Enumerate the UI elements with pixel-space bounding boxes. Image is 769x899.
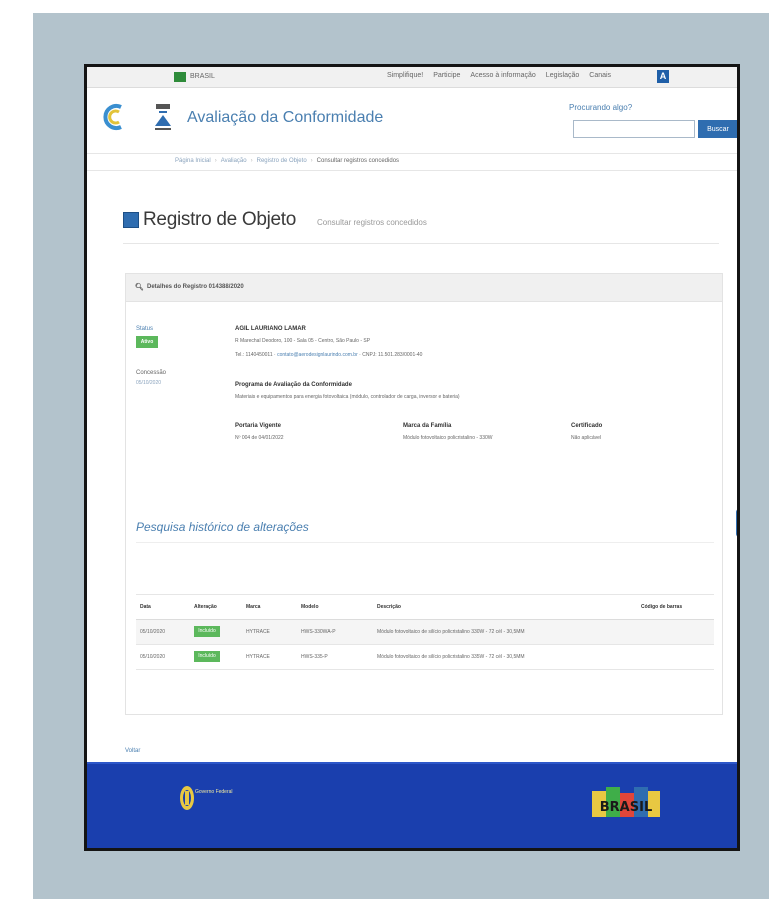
gov-link-acesso-informacao[interactable]: Acesso à informação	[470, 72, 535, 79]
col-header-codigo-barras[interactable]: Código de barras	[641, 604, 682, 610]
gov-bar-links: Simplifique! Participe Acesso à informaç…	[387, 72, 611, 79]
brasil-brand-logo-icon[interactable]: BRASIL	[590, 781, 662, 821]
table-row: 05/10/2020 Incluído HYTRACE HWS-330WA-P …	[136, 620, 714, 645]
breadcrumb-current: Consultar registros concedidos	[316, 158, 400, 164]
breadcrumb-registro[interactable]: Registro de Objeto	[257, 158, 307, 164]
field-portaria-value[interactable]: Nº 004 de 04/01/2022	[235, 435, 284, 441]
feedback-side-tab[interactable]	[736, 509, 737, 537]
site-header: Avaliação da Conformidade Procurando alg…	[87, 87, 737, 139]
search-button[interactable]: Buscar	[698, 120, 737, 138]
cell-model: HWS-335-P	[301, 654, 328, 660]
gov-link-simplifique[interactable]: Simplifique!	[387, 72, 423, 79]
col-header-alteracao[interactable]: Alteração	[194, 604, 217, 610]
concession-value: 05/10/2020	[136, 380, 162, 386]
cell-brand: HYTRACE	[246, 629, 270, 635]
gov-bar-label[interactable]: BRASIL	[190, 73, 215, 80]
contact-phone: Tel.: 1140450011	[235, 352, 273, 358]
table-row: 05/10/2020 Incluído HYTRACE HWS-335-P Mó…	[136, 645, 714, 670]
conformity-logo-icon[interactable]	[103, 101, 127, 133]
breadcrumb-home[interactable]: Página Inicial	[175, 158, 211, 164]
divider	[123, 243, 719, 244]
gov-bar: BRASIL Simplifique! Participe Acesso à i…	[87, 67, 737, 88]
accessibility-icon[interactable]: A	[657, 70, 669, 83]
cell-change-badge: Incluído	[194, 651, 220, 662]
divider	[136, 542, 714, 543]
history-search-link[interactable]: Pesquisa histórico de alterações	[136, 520, 309, 534]
details-header-text: Detalhes do Registro 014388/2020	[147, 284, 244, 290]
breadcrumb: Página Inicial › Avaliação › Registro de Obj…	[87, 153, 737, 171]
concession-label: Concessão	[136, 370, 167, 376]
svg-text:BRASIL: BRASIL	[600, 800, 652, 815]
magnifier-icon: 🔍︎	[135, 284, 144, 291]
company-contact: Tel.: 1140450011 · contato@aerodesignlau…	[235, 352, 423, 358]
page-subtitle: Consultar registros concedidos	[317, 218, 427, 227]
cell-model: HWS-330WA-P	[301, 629, 336, 635]
col-header-data[interactable]: Data	[140, 604, 151, 610]
back-link[interactable]: Voltar	[125, 748, 140, 754]
contact-cnpj: CNPJ: 11.501.283/0001-40	[362, 352, 423, 358]
site-footer: Governo Federal BRASIL	[87, 762, 737, 848]
program-description: Materiais e equipamentos para energia fo…	[235, 394, 460, 400]
page-title-icon	[123, 212, 139, 228]
gov-link-participe[interactable]: Participe	[433, 72, 460, 79]
field-marca-label: Marca da Família	[403, 423, 452, 429]
cell-date: 05/10/2020	[140, 629, 166, 635]
field-certificado-label: Certificado	[571, 423, 603, 429]
program-label: Programa de Avaliação da Conformidade	[235, 382, 352, 388]
history-table: Data Alteração Marca Modelo Descrição Có…	[136, 594, 714, 670]
company-address: R Marechal Deodoro, 100 - Sala 05 - Cent…	[235, 338, 371, 344]
search-input[interactable]	[573, 120, 695, 138]
page-title: Registro de Objeto	[143, 209, 297, 230]
table-header-row: Data Alteração Marca Modelo Descrição Có…	[136, 594, 714, 620]
government-emblem-icon[interactable]	[179, 783, 209, 813]
inmetro-logo-icon[interactable]	[153, 102, 173, 132]
col-header-marca[interactable]: Marca	[246, 604, 260, 610]
cell-description: Módulo fotovoltaico de silício policrist…	[377, 629, 525, 635]
field-certificado-value: Não aplicável	[571, 435, 602, 441]
gov-link-canais[interactable]: Canais	[589, 72, 611, 79]
col-header-modelo[interactable]: Modelo	[301, 604, 319, 610]
details-card: 🔍︎ Detalhes do Registro 014388/2020 Stat…	[125, 273, 723, 715]
status-badge: Ativo	[136, 336, 158, 348]
field-marca-value: Módulo fotovoltaico policristalino - 330…	[403, 435, 493, 441]
gov-link-legislacao[interactable]: Legislação	[546, 72, 579, 79]
browser-window: BRASIL Simplifique! Participe Acesso à i…	[84, 64, 740, 851]
search-label: Procurando algo?	[569, 103, 633, 112]
site-title[interactable]: Avaliação da Conformidade	[187, 109, 383, 127]
cell-date: 05/10/2020	[140, 654, 166, 660]
cell-change-badge: Incluído	[194, 626, 220, 637]
contact-email-link[interactable]: contato@aerodesignlaurindo.com.br	[277, 352, 358, 358]
cell-description: Módulo fotovoltaico de silício policrist…	[377, 654, 525, 660]
details-card-header: 🔍︎ Detalhes do Registro 014388/2020	[126, 274, 722, 302]
status-label: Status	[136, 326, 154, 332]
breadcrumb-avaliacao[interactable]: Avaliação	[221, 158, 247, 164]
company-name: AGIL LAURIANO LAMAR	[235, 326, 306, 332]
brazil-flag-icon	[174, 72, 186, 82]
field-portaria-label: Portaria Vigente	[235, 423, 281, 429]
cell-brand: HYTRACE	[246, 654, 270, 660]
emblem-text: Governo Federal	[195, 789, 233, 795]
col-header-descricao[interactable]: Descrição	[377, 604, 401, 610]
